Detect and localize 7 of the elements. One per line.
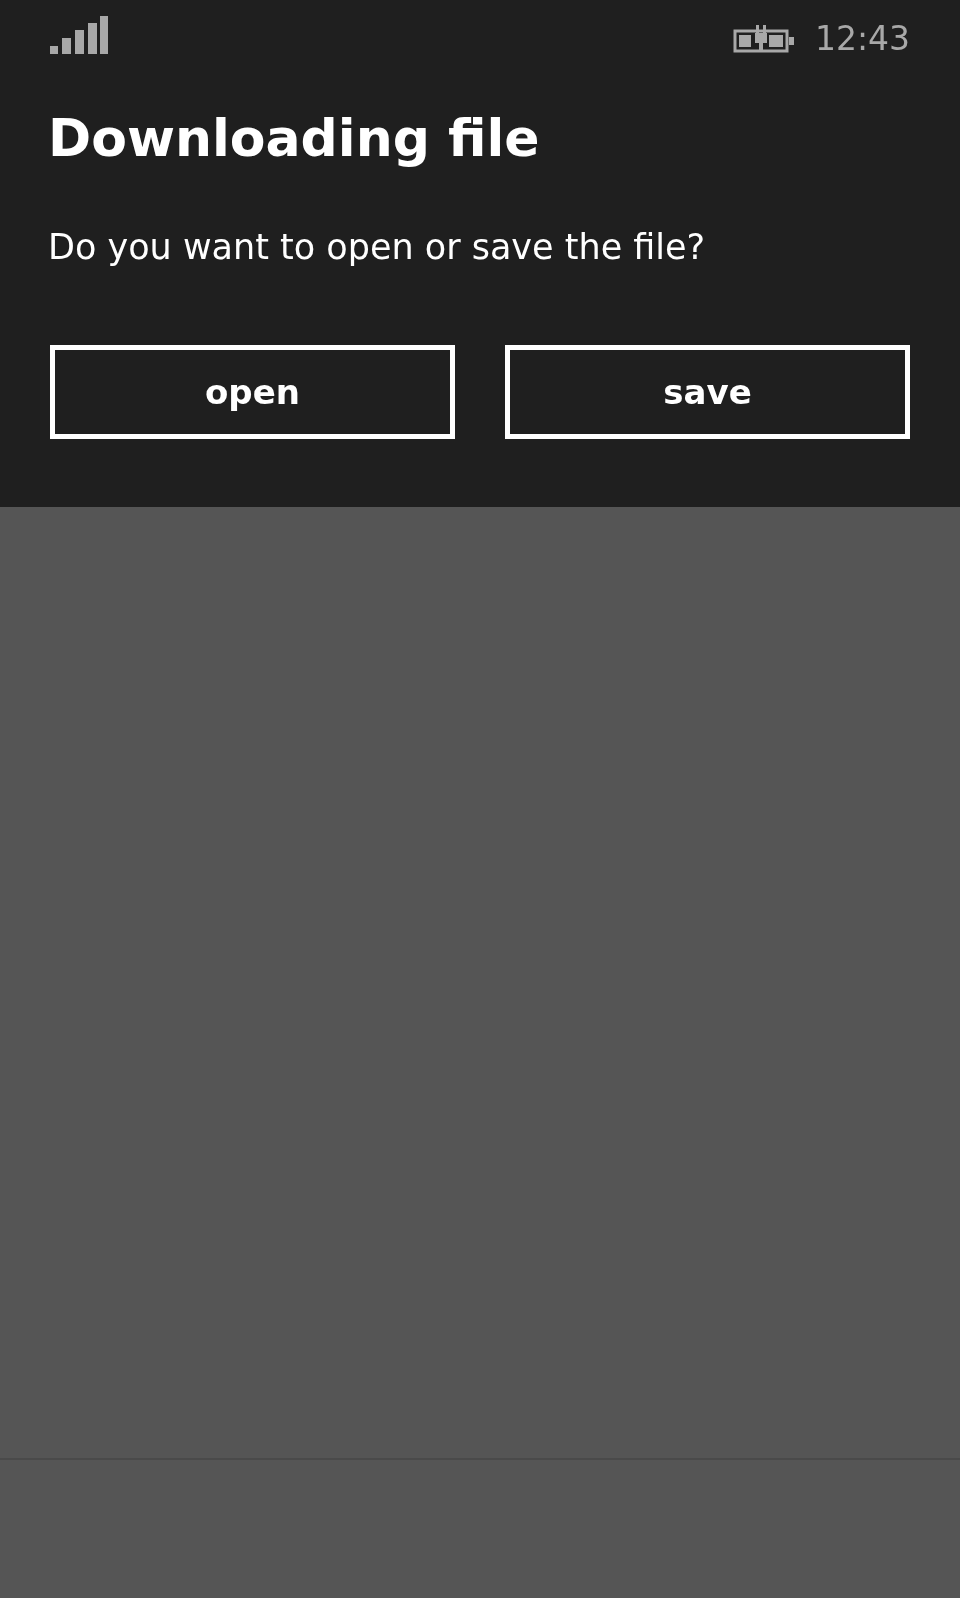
dialog-button[interactable]: save: [505, 345, 910, 439]
dialog-title: Downloading file: [48, 107, 541, 170]
signal-icon: [50, 16, 108, 54]
clock-time: 12:43: [814, 20, 910, 58]
dialog-button[interactable]: open: [50, 345, 455, 439]
dialog-message: Do you want to open or save the file?: [48, 226, 707, 269]
battery-charging-icon: [732, 25, 795, 53]
